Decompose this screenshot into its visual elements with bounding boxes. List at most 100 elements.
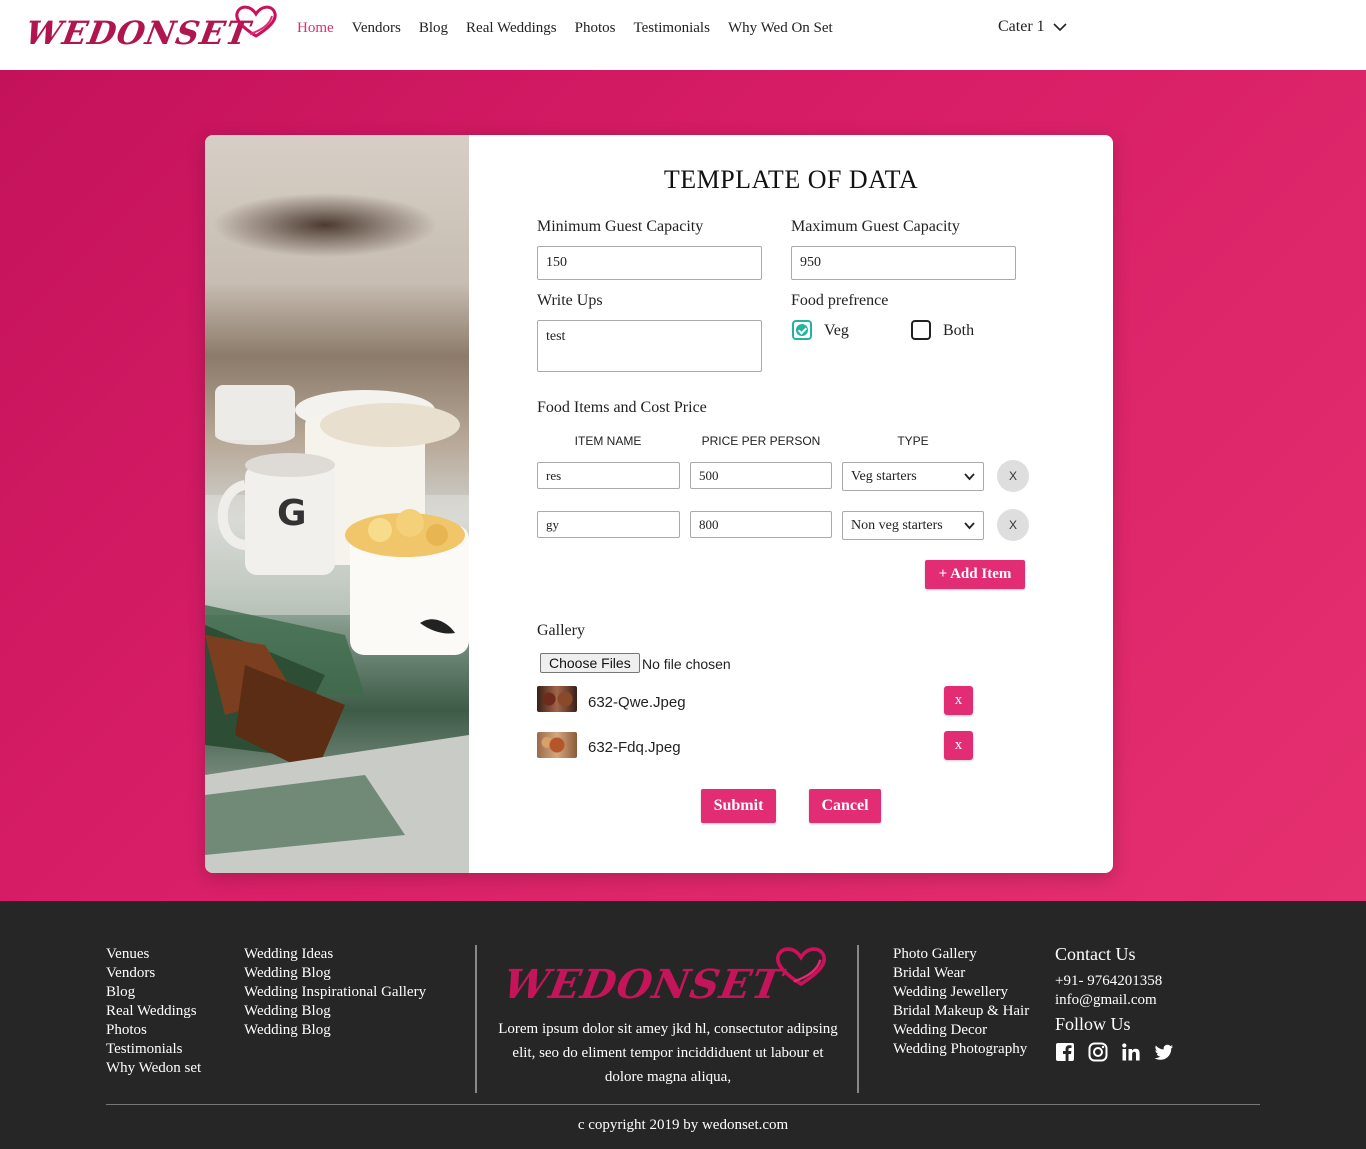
footer-link[interactable]: Venues (106, 945, 201, 964)
footer-link[interactable]: Blog (106, 983, 201, 1002)
twitter-icon[interactable] (1154, 1042, 1174, 1062)
footer-link[interactable]: Wedding Blog (244, 1002, 426, 1021)
writeups-textarea[interactable]: test (537, 320, 762, 372)
footer-link[interactable]: Wedding Inspirational Gallery (244, 983, 426, 1002)
gallery-file-name: 632-Fdq.Jpeg (588, 739, 681, 756)
footer-link[interactable]: Photos (106, 1021, 201, 1040)
both-checkbox[interactable] (911, 320, 931, 340)
footer-link[interactable]: Wedding Decor (893, 1021, 1029, 1040)
footer-tagline: Lorem ipsum dolor sit amey jkd hl, conse… (498, 1021, 838, 1085)
min-guest-input[interactable]: 150 (537, 246, 762, 280)
item-type-value: Non veg starters (851, 517, 943, 533)
item-name-value: res (546, 467, 562, 483)
site-header: WEDONSET Home Vendors Blog Real Weddings… (0, 0, 1366, 70)
veg-label: Veg (824, 322, 849, 339)
col-price-per-person: PRICE PER PERSON (701, 434, 821, 448)
chevron-down-icon (964, 472, 975, 480)
user-name: Cater 1 (998, 18, 1045, 35)
item-name-input[interactable]: res (537, 462, 680, 489)
heart-icon (235, 5, 277, 38)
nav-blog[interactable]: Blog (419, 20, 448, 37)
col-type: TYPE (897, 434, 929, 448)
chevron-down-icon (964, 521, 975, 529)
submit-button[interactable]: Submit (701, 789, 776, 823)
logo-text: WEDONSET (22, 14, 254, 52)
follow-heading: Follow Us (1055, 1014, 1131, 1034)
contact-heading: Contact Us (1055, 944, 1136, 964)
veg-checkbox[interactable] (792, 320, 812, 340)
gallery-thumbnail (537, 732, 577, 758)
brand-logo[interactable]: WEDONSET (22, 4, 277, 56)
footer-link[interactable]: Real Weddings (106, 1002, 201, 1021)
remove-file-button[interactable]: x (944, 686, 973, 715)
remove-file-button[interactable]: x (944, 731, 973, 760)
template-form: TEMPLATE OF DATA Minimum Guest Capacity … (469, 135, 1113, 873)
footer-link[interactable]: Wedding Ideas (244, 945, 426, 964)
footer-links-col3: Photo Gallery Bridal Wear Wedding Jewell… (893, 945, 1029, 1059)
item-name-value: gy (546, 516, 559, 532)
footer-link[interactable]: Bridal Wear (893, 964, 1029, 983)
user-menu[interactable]: Cater 1 (998, 18, 1067, 36)
footer-link[interactable]: Wedding Jewellery (893, 983, 1029, 1002)
contact-phone[interactable]: +91- 9764201358 (1055, 973, 1162, 990)
chevron-down-icon (1053, 23, 1067, 32)
heart-icon (776, 947, 826, 987)
facebook-icon[interactable] (1055, 1042, 1075, 1062)
gallery-file-name: 632-Qwe.Jpeg (588, 694, 686, 711)
item-price-value: 800 (699, 516, 719, 532)
footer-link[interactable]: Testimonials (106, 1040, 201, 1059)
contact-email[interactable]: info@gmail.com (1055, 992, 1157, 1009)
footer-link[interactable]: Vendors (106, 964, 201, 983)
footer-links-col2: Wedding Ideas Wedding Blog Wedding Inspi… (244, 945, 426, 1040)
max-guest-label: Maximum Guest Capacity (791, 218, 960, 235)
nav-testimonials[interactable]: Testimonials (633, 20, 709, 37)
cancel-button[interactable]: Cancel (809, 789, 881, 823)
choose-files-button[interactable]: Choose Files (540, 653, 640, 673)
footer-link[interactable]: Why Wedon set (106, 1059, 201, 1078)
item-price-value: 500 (699, 467, 719, 483)
footer-link[interactable]: Bridal Makeup & Hair (893, 1002, 1029, 1021)
footer-link[interactable]: Photo Gallery (893, 945, 1029, 964)
footer-link[interactable]: Wedding Blog (244, 964, 426, 983)
gallery-label: Gallery (537, 622, 585, 639)
footer-divider (475, 945, 477, 1093)
food-photo: G (205, 135, 469, 873)
nav-photos[interactable]: Photos (575, 20, 616, 37)
footer-link[interactable]: Wedding Blog (244, 1021, 426, 1040)
copyright-text: c copyright 2019 by wedonset.com (577, 1117, 789, 1133)
footer-logo[interactable]: WEDONSET (500, 945, 834, 1011)
social-links (1055, 1042, 1174, 1062)
item-type-select[interactable]: Veg starters (842, 462, 984, 491)
nav-vendors[interactable]: Vendors (352, 20, 401, 37)
item-type-select[interactable]: Non veg starters (842, 511, 984, 540)
remove-item-button[interactable]: X (997, 509, 1029, 541)
min-guest-value: 150 (546, 255, 567, 270)
footer-link[interactable]: Wedding Photography (893, 1040, 1029, 1059)
main-nav: Home Vendors Blog Real Weddings Photos T… (297, 20, 851, 37)
writeups-label: Write Ups (537, 292, 603, 309)
max-guest-input[interactable]: 950 (791, 246, 1016, 280)
food-photo-illustration: G (205, 385, 469, 873)
form-title: TEMPLATE OF DATA (663, 165, 919, 194)
add-item-button[interactable]: + Add Item (925, 560, 1025, 589)
nav-why-wed-on-set[interactable]: Why Wed On Set (728, 20, 833, 37)
nav-real-weddings[interactable]: Real Weddings (466, 20, 557, 37)
both-label: Both (943, 322, 975, 339)
file-status: No file chosen (642, 656, 731, 672)
col-item-name: ITEM NAME (574, 434, 642, 448)
footer-logo-text: WEDONSET (499, 961, 787, 1008)
site-footer: Venues Vendors Blog Real Weddings Photos… (0, 901, 1366, 1149)
instagram-icon[interactable] (1088, 1042, 1108, 1062)
nav-home[interactable]: Home (297, 20, 334, 37)
footer-separator (106, 1104, 1260, 1105)
remove-item-button[interactable]: X (997, 460, 1029, 492)
item-name-input[interactable]: gy (537, 511, 680, 538)
linkedin-icon[interactable] (1121, 1042, 1141, 1062)
food-items-label: Food Items and Cost Price (537, 399, 707, 416)
item-price-input[interactable]: 800 (690, 511, 832, 538)
writeups-value: test (546, 329, 566, 344)
food-pref-label: Food prefrence (791, 292, 889, 309)
item-type-value: Veg starters (851, 468, 917, 484)
item-price-input[interactable]: 500 (690, 462, 832, 489)
min-guest-label: Minimum Guest Capacity (537, 218, 704, 235)
